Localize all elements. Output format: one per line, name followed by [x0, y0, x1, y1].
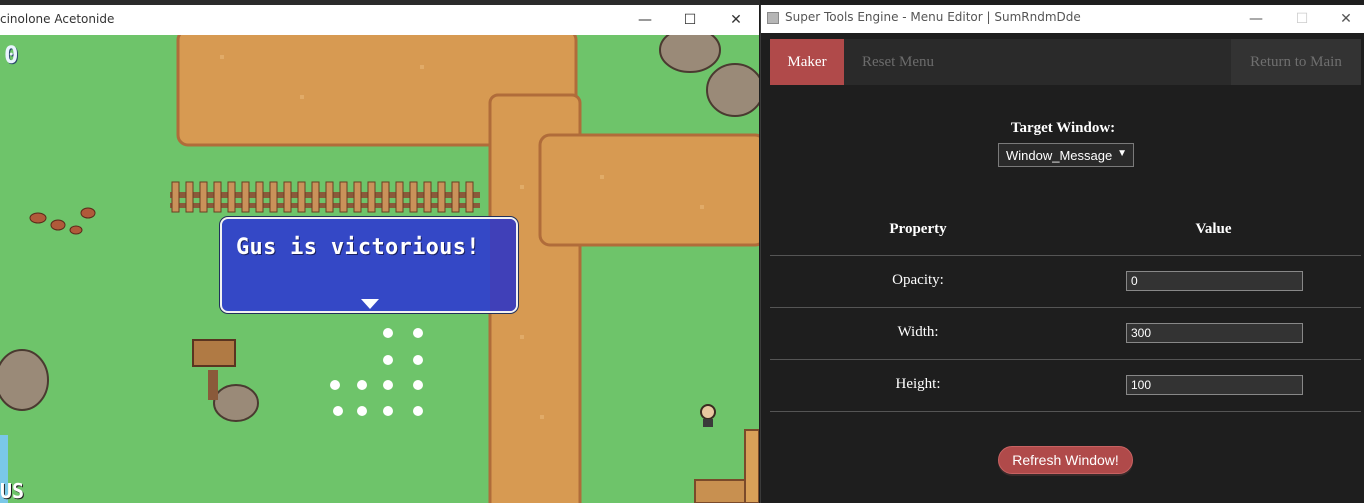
height-input[interactable] [1126, 375, 1303, 395]
maximize-icon: ☐ [683, 12, 697, 28]
minimize-icon: — [1249, 11, 1263, 27]
hud-counter: 0 [4, 41, 19, 69]
width-input[interactable] [1126, 323, 1303, 343]
maximize-button[interactable]: ☐ [667, 5, 713, 35]
property-label: Height: [895, 376, 941, 392]
property-label: Width: [897, 324, 939, 340]
property-table-header: Property Value [770, 206, 1361, 256]
game-titlebar[interactable]: cinolone Acetonide — ☐ ✕ [0, 5, 759, 35]
hud-label: US [0, 479, 25, 503]
game-window: cinolone Acetonide — ☐ ✕ 0 US Gus is vic… [0, 5, 759, 503]
chevron-down-icon: ▼ [1117, 148, 1127, 159]
target-window-value: Window_Message [1006, 147, 1113, 163]
maximize-icon: ☐ [1295, 11, 1309, 27]
property-table: Property Value Opacity: Width: Height: [770, 206, 1361, 412]
nav-maker-tab[interactable]: Maker [770, 39, 844, 85]
property-row-width: Width: [770, 308, 1361, 360]
editor-maximize-button[interactable]: ☐ [1279, 5, 1325, 33]
property-column-header: Property [889, 221, 947, 237]
house-corner [744, 429, 759, 503]
close-icon: ✕ [730, 12, 742, 28]
target-window-select[interactable]: Window_Message ▼ [998, 143, 1134, 167]
crate [694, 479, 746, 503]
message-window[interactable]: Gus is victorious! [220, 217, 518, 313]
close-button[interactable]: ✕ [713, 5, 759, 35]
editor-minimize-button[interactable]: — [1233, 5, 1279, 33]
refresh-window-button[interactable]: Refresh Window! [998, 446, 1133, 474]
target-window-label: Target Window: [1010, 120, 1116, 136]
continue-arrow-icon [361, 299, 379, 309]
value-column-header: Value [1195, 221, 1232, 237]
property-row-height: Height: [770, 360, 1361, 412]
nav-return-to-main-button[interactable]: Return to Main [1231, 39, 1361, 85]
message-text: Gus is victorious! [236, 235, 480, 260]
editor-nav-bar: Maker Reset Menu Return to Main [770, 39, 1361, 85]
close-icon: ✕ [1340, 11, 1352, 27]
minimize-button[interactable]: — [622, 5, 668, 35]
opacity-input[interactable] [1126, 271, 1303, 291]
game-canvas[interactable]: 0 US Gus is victorious! [0, 35, 759, 503]
menu-editor-window: Super Tools Engine - Menu Editor | SumRn… [760, 5, 1364, 503]
app-icon [767, 12, 779, 24]
editor-titlebar[interactable]: Super Tools Engine - Menu Editor | SumRn… [761, 5, 1364, 33]
game-window-title: cinolone Acetonide [0, 12, 115, 26]
message-window-edge [490, 219, 516, 311]
nav-reset-menu-tab[interactable]: Reset Menu [844, 39, 952, 85]
minimize-icon: — [638, 12, 652, 28]
editor-close-button[interactable]: ✕ [1323, 5, 1364, 33]
property-label: Opacity: [892, 272, 944, 288]
editor-window-title: Super Tools Engine - Menu Editor | SumRn… [785, 10, 1081, 24]
property-row-opacity: Opacity: [770, 256, 1361, 308]
player-character [700, 404, 716, 427]
